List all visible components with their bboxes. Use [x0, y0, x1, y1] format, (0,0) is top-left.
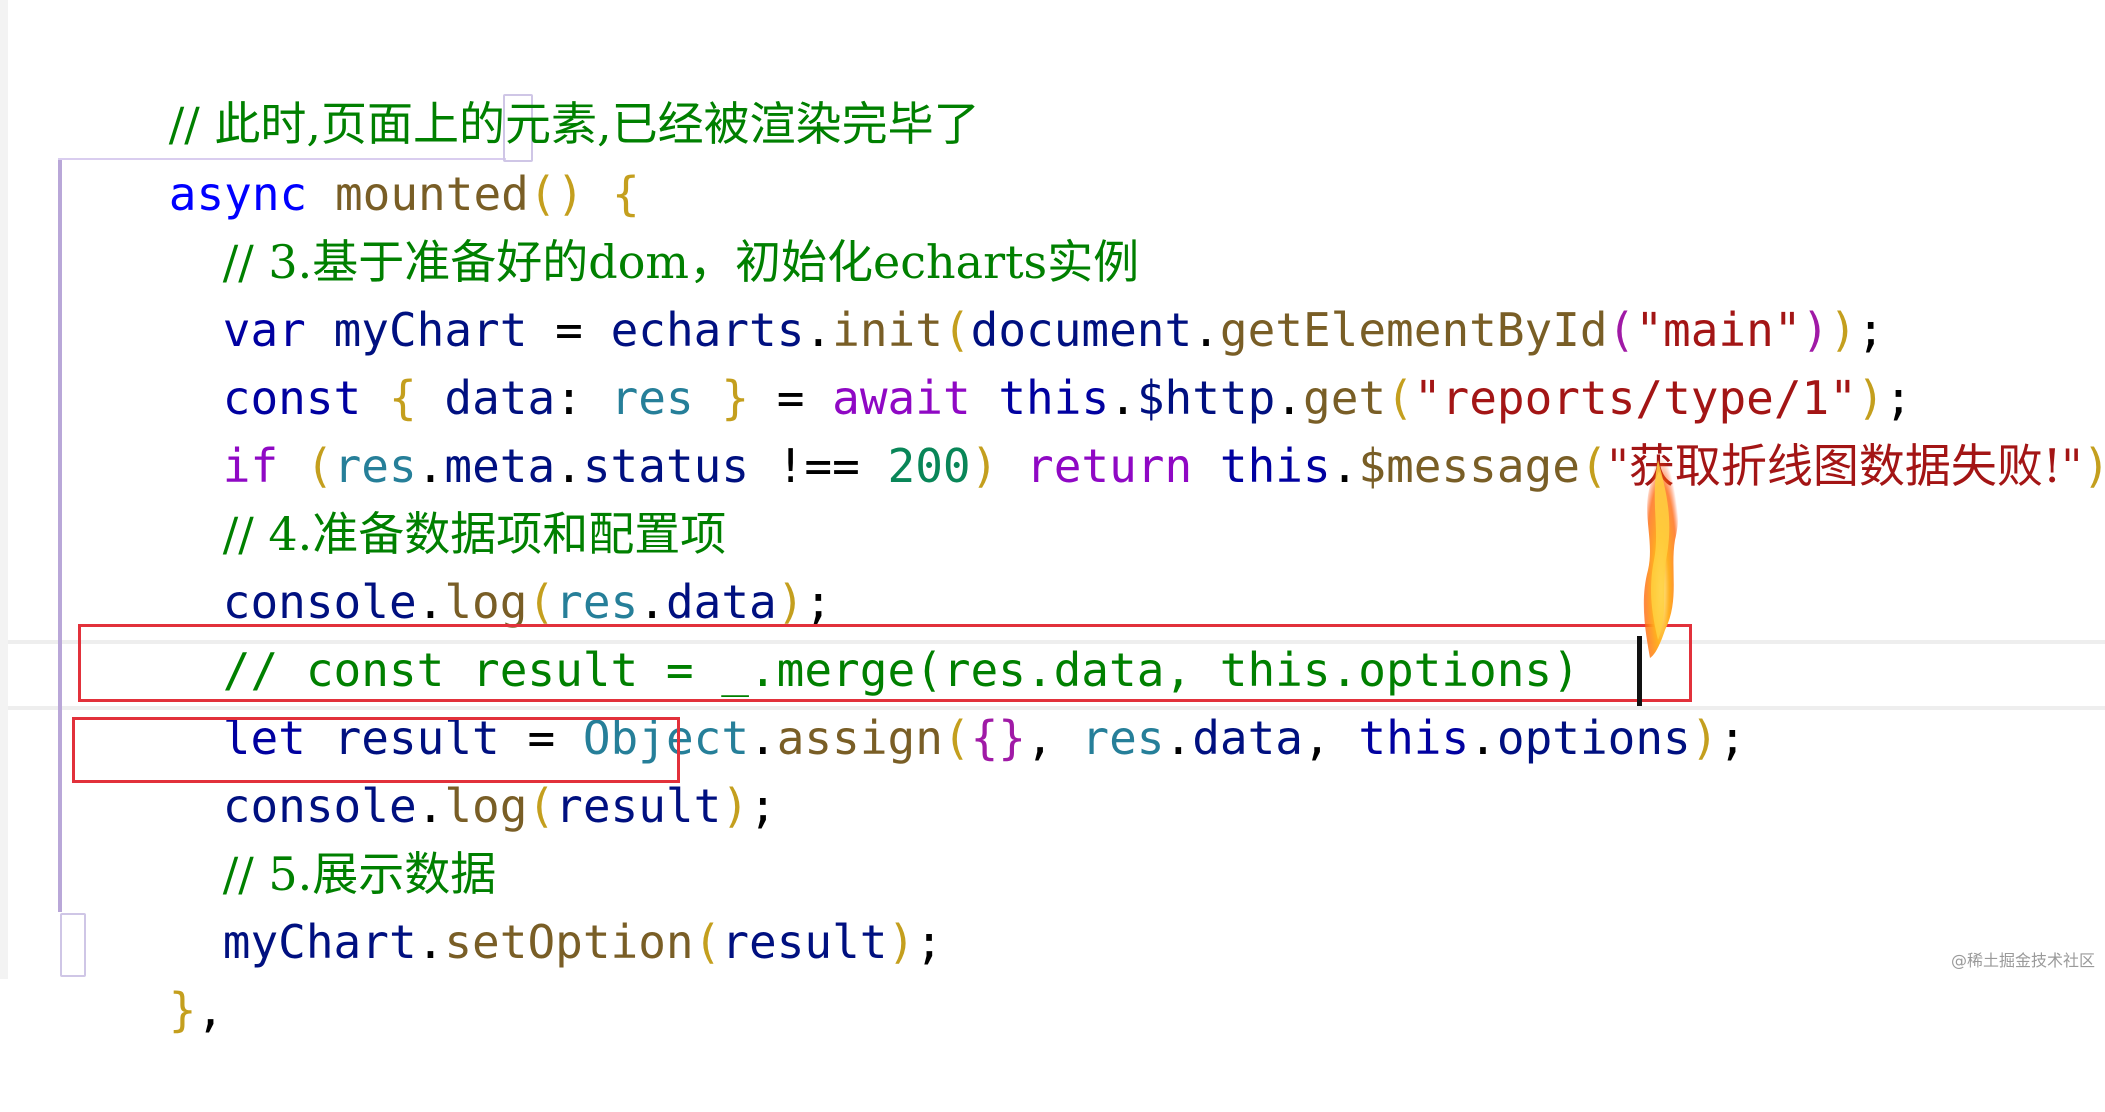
paren: )	[887, 915, 916, 969]
code-line-14[interactable]: },	[0, 908, 224, 1037]
code-line-8[interactable]: console.log(res.data);	[0, 500, 832, 629]
code-editor[interactable]: // 此时,页面上的元素,已经被渲染完毕了 async mounted() { …	[0, 0, 2105, 1037]
code-line-2[interactable]: async mounted() {	[0, 92, 640, 221]
semicolon: ;	[749, 779, 777, 833]
paren: )	[2082, 439, 2105, 493]
brace-close: }	[168, 983, 197, 1037]
code-line-1[interactable]: // 此时,页面上的元素,已经被渲染完毕了	[0, 22, 980, 151]
flame-icon	[1643, 435, 1679, 658]
dot: .	[416, 915, 445, 969]
paren: (	[942, 711, 971, 765]
semicolon: ;	[1718, 711, 1747, 765]
paren: (	[527, 779, 556, 833]
dot: .	[1469, 711, 1497, 765]
data-prop: data	[1192, 711, 1303, 765]
dot: .	[1164, 711, 1193, 765]
annotation-box-log	[72, 717, 680, 783]
options-prop: options	[1496, 711, 1691, 765]
paren: (	[693, 915, 722, 969]
paren: )	[970, 439, 999, 493]
paren: )	[1690, 711, 1719, 765]
this-keyword: this	[1358, 711, 1470, 765]
empty-object: {}	[970, 711, 1026, 765]
result-var: result	[555, 779, 722, 833]
semicolon: ;	[915, 915, 943, 969]
message-fn: $message	[1358, 439, 1580, 493]
comma: ,	[1302, 711, 1331, 765]
code-line-6[interactable]: if (res.meta.status !== 200) return this…	[0, 364, 2105, 493]
mychart-var: myChart	[222, 915, 417, 969]
setoption-fn: setOption	[444, 915, 694, 969]
paren: )	[721, 779, 750, 833]
comma: ,	[196, 983, 225, 1037]
return-keyword: return	[1026, 439, 1193, 493]
watermark: @稀土掘金技术社区	[1950, 951, 2095, 970]
this-keyword: this	[1219, 439, 1331, 493]
code-line-7[interactable]: // 4.准备数据项和配置项	[0, 432, 727, 561]
code-line-13[interactable]: myChart.setOption(result);	[0, 840, 943, 969]
dot: .	[1330, 439, 1359, 493]
res-var: res	[1081, 711, 1165, 765]
code-line-4[interactable]: var myChart = echarts.init(document.getE…	[0, 228, 1885, 357]
code-line-5[interactable]: const { data: res } = await this.$http.g…	[0, 296, 1913, 425]
operator: !==	[776, 439, 860, 493]
number-200: 200	[887, 439, 971, 493]
code-line-3[interactable]: // 3.基于准备好的dom，初始化echarts实例	[0, 160, 1139, 289]
result-var: result	[721, 915, 888, 969]
annotation-box-assign	[78, 624, 1692, 702]
comma: ,	[1026, 711, 1054, 765]
paren: (	[1579, 439, 1608, 493]
assign-fn: assign	[776, 711, 943, 765]
